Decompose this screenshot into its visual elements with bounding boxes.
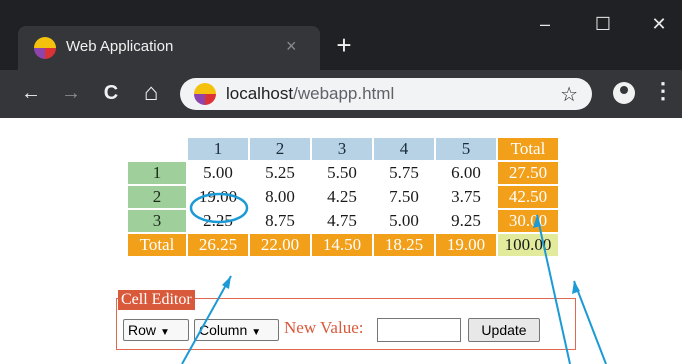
row-header: 3 [128, 210, 186, 232]
column-total-cell: 14.50 [312, 234, 372, 256]
grid-cell[interactable]: 5.75 [374, 162, 434, 184]
totals-row: Total 26.25 22.00 14.50 18.25 19.00 100.… [128, 234, 558, 256]
row-select-value: Row [128, 322, 157, 338]
cell-editor-legend: Cell Editor [118, 290, 195, 310]
table-row: 3 2.25 8.75 4.75 5.00 9.25 30.00 [128, 210, 558, 232]
column-header: 3 [312, 138, 372, 160]
grid-cell[interactable]: 7.50 [374, 186, 434, 208]
grid-cell[interactable]: 2.25 [188, 210, 248, 232]
column-select-value: Column [199, 322, 248, 338]
grid-cell[interactable]: 3.75 [436, 186, 496, 208]
row-select[interactable]: Row ▼ [123, 319, 189, 341]
close-window-button[interactable]: ✕ [644, 14, 674, 35]
row-total-cell: 27.50 [498, 162, 558, 184]
total-column-header: Total [498, 138, 558, 160]
column-select[interactable]: Column ▼ [194, 319, 279, 341]
grid-cell[interactable]: 5.00 [188, 162, 248, 184]
site-favicon-icon [194, 83, 216, 105]
back-button[interactable]: ← [18, 80, 44, 106]
grid-cell[interactable]: 8.75 [250, 210, 310, 232]
forward-button[interactable]: → [58, 80, 84, 106]
corner-cell [128, 138, 186, 160]
total-row-header: Total [128, 234, 186, 256]
grid-cell[interactable]: 6.00 [436, 162, 496, 184]
maximize-button[interactable]: ☐ [588, 14, 618, 35]
column-total-cell: 19.00 [436, 234, 496, 256]
arrowhead [222, 276, 231, 289]
grid-cell[interactable]: 5.50 [312, 162, 372, 184]
table-row: 1 5.00 5.25 5.50 5.75 6.00 27.50 [128, 162, 558, 184]
column-total-cell: 18.25 [374, 234, 434, 256]
grid-cell[interactable]: 5.25 [250, 162, 310, 184]
url-text: localhost/webapp.html [226, 84, 394, 104]
address-bar[interactable]: localhost/webapp.html ☆ [180, 78, 592, 110]
row-total-cell: 30.00 [498, 210, 558, 232]
tab-close-icon[interactable]: × [286, 36, 297, 57]
annotation-arrow [573, 280, 607, 364]
grid-cell[interactable]: 4.25 [312, 186, 372, 208]
browser-toolbar: ← → C ⌂ localhost/webapp.html ☆ ⋮ [0, 70, 682, 118]
row-total-cell: 42.50 [498, 186, 558, 208]
bookmark-star-icon[interactable]: ☆ [560, 82, 578, 107]
grid-cell[interactable]: 8.00 [250, 186, 310, 208]
url-host: localhost [226, 84, 294, 103]
dropdown-arrow-icon: ▼ [160, 327, 170, 338]
browser-tab[interactable]: Web Application × [18, 26, 320, 70]
header-row: 1 2 3 4 5 Total [128, 138, 558, 160]
browser-menu-icon[interactable]: ⋮ [652, 78, 674, 104]
grid-cell[interactable]: 9.25 [436, 210, 496, 232]
grid-cell[interactable]: 4.75 [312, 210, 372, 232]
column-total-cell: 26.25 [188, 234, 248, 256]
row-header: 2 [128, 186, 186, 208]
table-row: 2 19.00 8.00 4.25 7.50 3.75 42.50 [128, 186, 558, 208]
new-value-label: New Value: [284, 318, 364, 337]
browser-titlebar: Web Application × + – ☐ ✕ [0, 0, 682, 70]
grid-cell[interactable]: 19.00 [188, 186, 248, 208]
url-path: /webapp.html [293, 84, 395, 103]
new-tab-button[interactable]: + [330, 32, 358, 60]
row-header: 1 [128, 162, 186, 184]
column-header: 4 [374, 138, 434, 160]
spreadsheet-grid: 1 2 3 4 5 Total 1 5.00 5.25 5.50 5.75 6.… [126, 136, 560, 258]
tab-title: Web Application [66, 38, 174, 55]
column-header: 1 [188, 138, 248, 160]
column-header: 5 [436, 138, 496, 160]
dropdown-arrow-icon: ▼ [251, 327, 262, 338]
new-value-input[interactable] [377, 318, 461, 342]
minimize-button[interactable]: – [530, 14, 560, 35]
app-favicon-icon [34, 37, 56, 59]
account-icon[interactable] [613, 82, 635, 104]
column-total-cell: 22.00 [250, 234, 310, 256]
arrowhead [572, 281, 580, 294]
column-header: 2 [250, 138, 310, 160]
grand-total-cell: 100.00 [498, 234, 558, 256]
home-button[interactable]: ⌂ [138, 80, 164, 106]
grid-cell[interactable]: 5.00 [374, 210, 434, 232]
update-button[interactable]: Update [468, 318, 540, 342]
reload-button[interactable]: C [98, 80, 124, 106]
